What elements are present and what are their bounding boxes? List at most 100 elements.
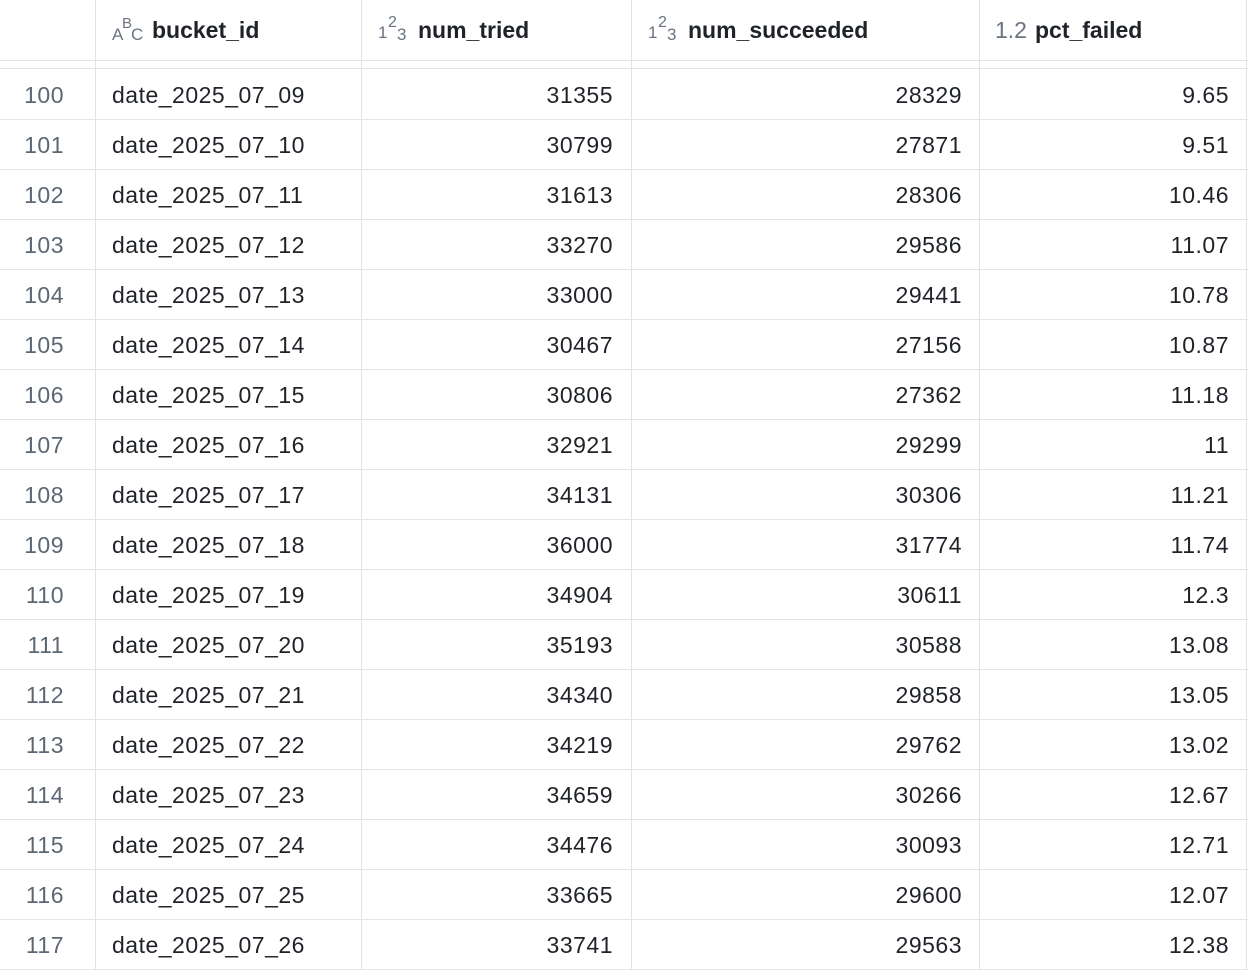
row-index[interactable]: 105 bbox=[0, 320, 64, 370]
cell-num-tried[interactable]: 31613 bbox=[362, 170, 613, 220]
row-index[interactable]: 103 bbox=[0, 220, 64, 270]
cell-num-tried[interactable]: 33270 bbox=[362, 220, 613, 270]
column-header-pct-failed[interactable]: 1.2 pct_failed bbox=[995, 0, 1142, 60]
cell-num-succeeded[interactable]: 29600 bbox=[632, 870, 962, 920]
cell-num-succeeded[interactable]: 30266 bbox=[632, 770, 962, 820]
row-index[interactable]: 101 bbox=[0, 120, 64, 170]
cell-pct-failed[interactable]: 11.18 bbox=[980, 370, 1229, 420]
cell-num-succeeded[interactable]: 28329 bbox=[632, 70, 962, 120]
row-index[interactable]: 108 bbox=[0, 470, 64, 520]
row-index[interactable]: 110 bbox=[0, 570, 64, 620]
cell-bucket-id[interactable]: date_2025_07_19 bbox=[112, 570, 352, 620]
cell-num-tried[interactable]: 34659 bbox=[362, 770, 613, 820]
cell-bucket-id[interactable]: date_2025_07_23 bbox=[112, 770, 352, 820]
cell-num-succeeded[interactable]: 29586 bbox=[632, 220, 962, 270]
cell-pct-failed[interactable]: 13.08 bbox=[980, 620, 1229, 670]
table-row[interactable]: 107 date_2025_07_16 32921 29299 11 bbox=[0, 420, 1248, 470]
cell-bucket-id[interactable]: date_2025_07_11 bbox=[112, 170, 352, 220]
cell-num-succeeded[interactable]: 30611 bbox=[632, 570, 962, 620]
column-header-num-succeeded[interactable]: 123 num_succeeded bbox=[648, 0, 868, 60]
table-row[interactable]: 101 date_2025_07_10 30799 27871 9.51 bbox=[0, 120, 1248, 170]
cell-bucket-id[interactable]: date_2025_07_15 bbox=[112, 370, 352, 420]
cell-bucket-id[interactable]: date_2025_07_14 bbox=[112, 320, 352, 370]
column-header-bucket-id[interactable]: ABC bucket_id bbox=[112, 0, 259, 60]
cell-bucket-id[interactable]: date_2025_07_24 bbox=[112, 820, 352, 870]
cell-bucket-id[interactable]: date_2025_07_18 bbox=[112, 520, 352, 570]
table-row[interactable]: 102 date_2025_07_11 31613 28306 10.46 bbox=[0, 170, 1248, 220]
table-row[interactable]: 103 date_2025_07_12 33270 29586 11.07 bbox=[0, 220, 1248, 270]
cell-num-succeeded[interactable]: 31774 bbox=[632, 520, 962, 570]
row-index[interactable]: 111 bbox=[0, 620, 64, 670]
cell-num-succeeded[interactable]: 28306 bbox=[632, 170, 962, 220]
cell-pct-failed[interactable]: 13.05 bbox=[980, 670, 1229, 720]
row-index[interactable]: 113 bbox=[0, 720, 64, 770]
cell-bucket-id[interactable]: date_2025_07_26 bbox=[112, 920, 352, 970]
cell-num-tried[interactable]: 34219 bbox=[362, 720, 613, 770]
table-row[interactable]: 113 date_2025_07_22 34219 29762 13.02 bbox=[0, 720, 1248, 770]
cell-num-tried[interactable]: 32921 bbox=[362, 420, 613, 470]
cell-num-succeeded[interactable]: 29563 bbox=[632, 920, 962, 970]
cell-pct-failed[interactable]: 11.21 bbox=[980, 470, 1229, 520]
cell-num-succeeded[interactable]: 29858 bbox=[632, 670, 962, 720]
row-index[interactable]: 116 bbox=[0, 870, 64, 920]
cell-bucket-id[interactable]: date_2025_07_17 bbox=[112, 470, 352, 520]
cell-num-succeeded[interactable]: 30588 bbox=[632, 620, 962, 670]
row-index[interactable]: 102 bbox=[0, 170, 64, 220]
cell-num-tried[interactable]: 30467 bbox=[362, 320, 613, 370]
cell-pct-failed[interactable]: 12.67 bbox=[980, 770, 1229, 820]
table-row[interactable]: 111 date_2025_07_20 35193 30588 13.08 bbox=[0, 620, 1248, 670]
row-index[interactable]: 115 bbox=[0, 820, 64, 870]
cell-pct-failed[interactable]: 10.46 bbox=[980, 170, 1229, 220]
cell-bucket-id[interactable]: date_2025_07_16 bbox=[112, 420, 352, 470]
cell-pct-failed[interactable]: 12.07 bbox=[980, 870, 1229, 920]
cell-bucket-id[interactable]: date_2025_07_25 bbox=[112, 870, 352, 920]
table-row[interactable]: 109 date_2025_07_18 36000 31774 11.74 bbox=[0, 520, 1248, 570]
cell-pct-failed[interactable]: 11.07 bbox=[980, 220, 1229, 270]
cell-bucket-id[interactable]: date_2025_07_09 bbox=[112, 70, 352, 120]
cell-pct-failed[interactable]: 11.74 bbox=[980, 520, 1229, 570]
cell-pct-failed[interactable]: 11 bbox=[980, 420, 1229, 470]
cell-pct-failed[interactable]: 9.65 bbox=[980, 70, 1229, 120]
row-index[interactable]: 109 bbox=[0, 520, 64, 570]
table-row[interactable]: 106 date_2025_07_15 30806 27362 11.18 bbox=[0, 370, 1248, 420]
cell-pct-failed[interactable]: 10.78 bbox=[980, 270, 1229, 320]
table-row[interactable]: 104 date_2025_07_13 33000 29441 10.78 bbox=[0, 270, 1248, 320]
table-row[interactable]: 105 date_2025_07_14 30467 27156 10.87 bbox=[0, 320, 1248, 370]
cell-num-tried[interactable]: 33000 bbox=[362, 270, 613, 320]
table-row[interactable]: 116 date_2025_07_25 33665 29600 12.07 bbox=[0, 870, 1248, 920]
cell-pct-failed[interactable]: 10.87 bbox=[980, 320, 1229, 370]
cell-bucket-id[interactable]: date_2025_07_10 bbox=[112, 120, 352, 170]
cell-bucket-id[interactable]: date_2025_07_22 bbox=[112, 720, 352, 770]
cell-num-succeeded[interactable]: 30093 bbox=[632, 820, 962, 870]
cell-num-tried[interactable]: 34476 bbox=[362, 820, 613, 870]
cell-num-tried[interactable]: 34131 bbox=[362, 470, 613, 520]
cell-pct-failed[interactable]: 13.02 bbox=[980, 720, 1229, 770]
row-index[interactable]: 100 bbox=[0, 70, 64, 120]
cell-num-tried[interactable]: 33741 bbox=[362, 920, 613, 970]
row-index[interactable]: 106 bbox=[0, 370, 64, 420]
column-header-num-tried[interactable]: 123 num_tried bbox=[378, 0, 529, 60]
cell-num-tried[interactable]: 31355 bbox=[362, 70, 613, 120]
table-row[interactable]: 114 date_2025_07_23 34659 30266 12.67 bbox=[0, 770, 1248, 820]
row-index[interactable]: 117 bbox=[0, 920, 64, 970]
row-index[interactable]: 104 bbox=[0, 270, 64, 320]
cell-bucket-id[interactable]: date_2025_07_12 bbox=[112, 220, 352, 270]
cell-bucket-id[interactable]: date_2025_07_21 bbox=[112, 670, 352, 720]
row-index[interactable]: 112 bbox=[0, 670, 64, 720]
cell-pct-failed[interactable]: 12.71 bbox=[980, 820, 1229, 870]
table-row[interactable]: 112 date_2025_07_21 34340 29858 13.05 bbox=[0, 670, 1248, 720]
table-row[interactable]: 110 date_2025_07_19 34904 30611 12.3 bbox=[0, 570, 1248, 620]
cell-num-succeeded[interactable]: 27871 bbox=[632, 120, 962, 170]
cell-num-tried[interactable]: 30806 bbox=[362, 370, 613, 420]
cell-num-succeeded[interactable]: 30306 bbox=[632, 470, 962, 520]
cell-num-tried[interactable]: 34340 bbox=[362, 670, 613, 720]
cell-num-succeeded[interactable]: 29299 bbox=[632, 420, 962, 470]
cell-num-tried[interactable]: 30799 bbox=[362, 120, 613, 170]
cell-num-tried[interactable]: 33665 bbox=[362, 870, 613, 920]
table-row[interactable]: 115 date_2025_07_24 34476 30093 12.71 bbox=[0, 820, 1248, 870]
cell-num-succeeded[interactable]: 29762 bbox=[632, 720, 962, 770]
row-index[interactable]: 114 bbox=[0, 770, 64, 820]
row-index[interactable]: 107 bbox=[0, 420, 64, 470]
cell-pct-failed[interactable]: 9.51 bbox=[980, 120, 1229, 170]
cell-bucket-id[interactable]: date_2025_07_20 bbox=[112, 620, 352, 670]
